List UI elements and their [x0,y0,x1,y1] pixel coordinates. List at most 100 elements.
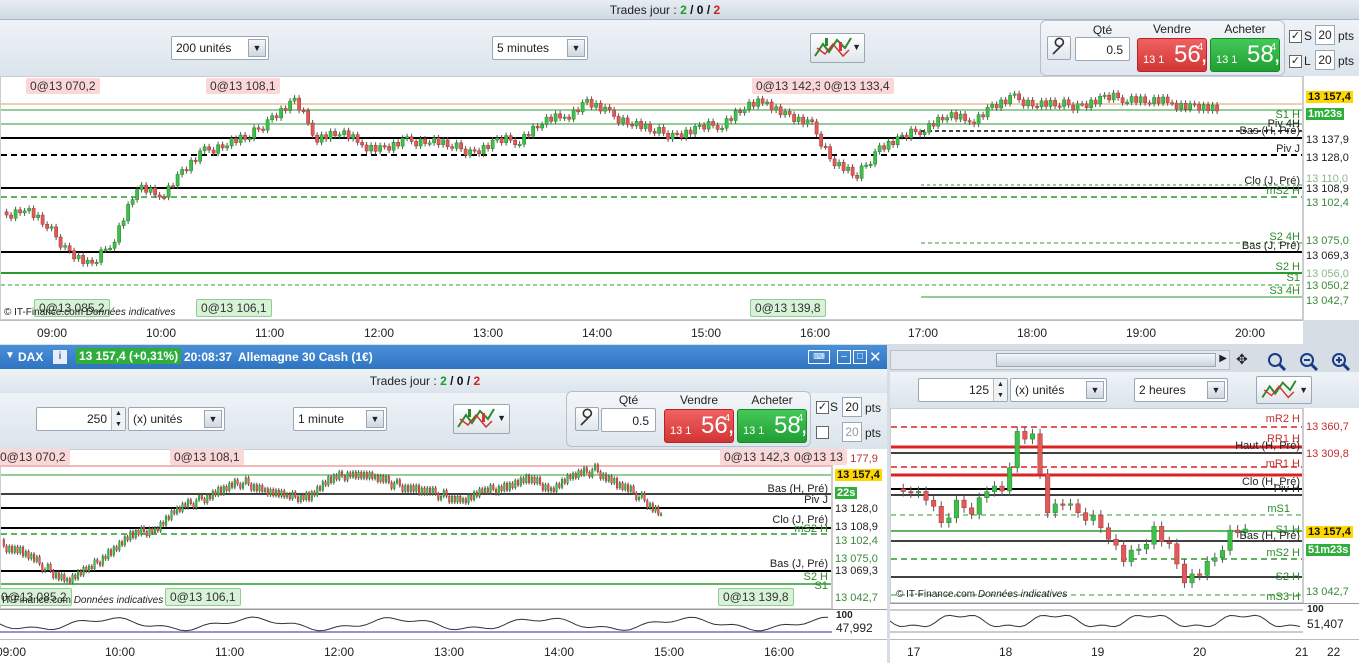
candle [436,137,441,146]
dax-units-select[interactable]: (x) unités ▼ [128,407,225,431]
stepper-arrows-icon[interactable]: ▲ ▼ [111,408,125,430]
top-units-select[interactable]: 200 unités ▼ [171,36,269,60]
candle [77,570,80,580]
dax-time: 20:08:37 [184,350,233,364]
candle [176,507,179,514]
dax-l-pts-input[interactable]: 20 [842,422,862,442]
minimize-button[interactable]: – [837,350,851,364]
close-icon[interactable]: ✕ [869,348,882,366]
level-label: Piv H [1273,483,1300,495]
level-label: Bas (J, Pré) [1241,240,1300,252]
dax-buy-button[interactable]: 13 1 58, 4 [737,409,807,443]
candle [503,483,506,491]
candle [654,506,657,512]
top-s-pts-unit: pts [1338,29,1355,43]
trade-badge-sell[interactable]: 0@13 133,4 [820,78,894,94]
trade-badge-sell[interactable]: 0@13 142,3 [752,78,826,94]
top-settings-button[interactable] [1047,36,1071,60]
top-buy-button[interactable]: 13 1 58, 4 [1210,38,1280,72]
dax-last-price: 13 157,4 [835,469,882,481]
top-qty-input[interactable]: 0.5 [1075,37,1130,61]
candle [234,138,238,143]
dax-s-checkbox[interactable]: ✓ [816,401,829,414]
right-scroll-bar[interactable]: ▶ [890,350,1230,370]
top-s-pts-input[interactable]: 20 [1315,25,1335,45]
trade-badge-sell[interactable]: 0@13 142,3 [720,449,794,465]
candle [711,121,715,126]
dax-chart-type-button[interactable]: ▼ [453,404,510,434]
candle [760,98,765,104]
candle [256,127,261,130]
time-label: 14:00 [582,326,613,340]
candle [468,149,472,156]
candle [1128,549,1134,562]
trade-badge-sell[interactable]: 0@13 13 [790,449,847,465]
dax-chart[interactable] [0,449,832,609]
dax-l-checkbox[interactable] [816,426,829,439]
level-label: S2 H [1275,571,1300,583]
candle [189,159,193,171]
candle [747,101,751,110]
trade-badge-sell[interactable]: 0@13 070,2 [0,449,70,465]
dax-s-pts-input[interactable]: 20 [842,397,862,417]
candle [115,546,118,551]
candle [1174,543,1180,565]
scroll-right-icon[interactable]: ▶ [1219,353,1227,364]
candle [19,546,22,554]
candle [1026,99,1030,107]
candle [327,476,330,486]
dax-settings-button[interactable] [575,407,599,431]
zoom-out-icon[interactable] [1298,351,1320,371]
pan-icon[interactable]: ✥ [1236,351,1254,369]
trade-badge-sell[interactable]: 0@13 108,1 [170,449,244,465]
maximize-button[interactable]: □ [853,350,867,364]
dax-sell-button[interactable]: 13 1 56, 4 [664,409,734,443]
candle [1111,92,1116,101]
trade-badge-buy[interactable]: 0@13 139,8 [718,588,794,606]
wrench-icon [1052,37,1065,55]
info-icon[interactable]: i [53,350,67,364]
candle [1134,96,1138,103]
right-units-select[interactable]: (x) unités ▼ [1010,378,1107,402]
top-chart[interactable] [0,76,1303,320]
price-label: 13 137,9 [1306,134,1349,146]
candle [382,145,387,148]
trade-badge-buy[interactable]: 0@13 106,1 [196,299,272,317]
candle [71,574,74,583]
candle [382,475,385,483]
dax-qty-input[interactable]: 0.5 [601,408,656,432]
stepper-arrows-icon[interactable]: ▲ ▼ [993,379,1007,401]
candle [506,483,509,491]
scrollbar-thumb[interactable] [996,353,1216,367]
keyboard-icon[interactable]: ⌨ [808,350,830,364]
right-chart-type-button[interactable]: ▼ [1256,376,1312,404]
zoom-fit-icon[interactable] [1266,351,1288,371]
top-chart-type-button[interactable]: ▼ [810,33,865,63]
candle [953,499,959,519]
trade-badge-sell[interactable]: 0@13 108,1 [206,78,280,94]
collapse-arrow-icon[interactable]: ▼ [5,350,15,361]
trade-badge-sell[interactable]: 0@13 070,2 [26,78,100,94]
right-interval-select[interactable]: 2 heures ▼ [1134,378,1228,402]
candle [783,111,787,116]
dax-qty-stepper[interactable]: 250 ▲ ▼ [36,407,126,431]
candle [324,134,328,140]
time-label: 20 [1193,645,1207,659]
trade-badge-buy[interactable]: 0@13 106,1 [165,588,241,606]
zoom-in-icon[interactable] [1330,351,1352,371]
dax-window-titlebar[interactable]: ▼ DAX i 13 157,4 (+0,31%) 20:08:37 Allem… [0,345,887,369]
trade-badge-buy[interactable]: 0@13 139,8 [750,299,826,317]
candle [157,194,162,198]
top-s-checkbox[interactable]: ✓ [1289,30,1302,43]
candle [900,488,906,492]
top-interval-select[interactable]: 5 minutes ▼ [492,36,588,60]
top-l-checkbox[interactable]: ✓ [1289,55,1302,68]
candle [1166,541,1172,545]
dax-interval-select[interactable]: 1 minute ▼ [293,407,387,431]
price-label: 13 042,7 [835,592,878,604]
right-qty-stepper[interactable]: 125 ▲ ▼ [918,378,1008,402]
top-sell-button[interactable]: 13 1 56, 4 [1137,38,1207,72]
top-l-pts-input[interactable]: 20 [1315,50,1335,70]
time-label: 15:00 [691,326,722,340]
candle [148,187,153,193]
